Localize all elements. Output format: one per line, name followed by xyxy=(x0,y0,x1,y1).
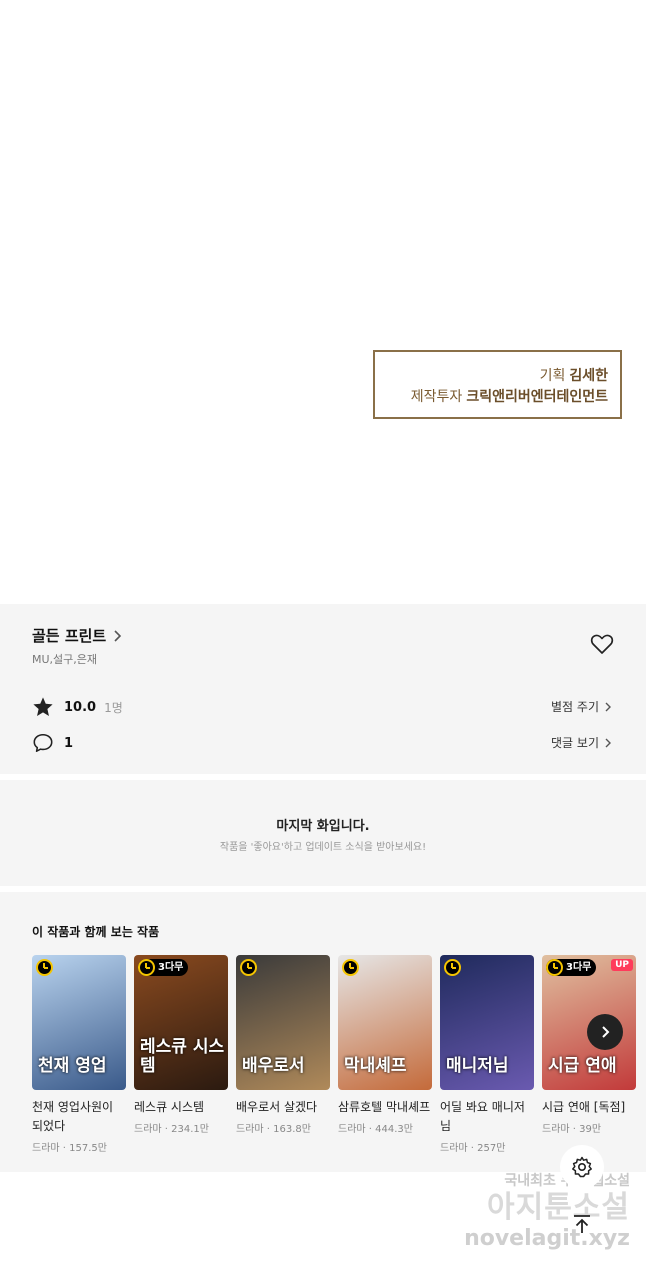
rate-button[interactable]: 별점 주기 xyxy=(551,698,614,715)
last-episode-panel: 마지막 화입니다. 작품을 '좋아요'하고 업데이트 소식을 받아보세요! xyxy=(0,780,646,886)
cover-title-art: 천재 영업 xyxy=(38,1056,107,1076)
rating-count: 1명 xyxy=(104,700,123,715)
cover-title-art: 레스큐 시스템 xyxy=(140,1037,225,1076)
recommendation-card[interactable]: 막내셰프삼류호텔 막내셰프드라마 · 444.3만 xyxy=(338,955,432,1154)
credit-label-investment: 제작투자 xyxy=(410,389,463,405)
episode-image-area xyxy=(0,0,646,604)
cover-title-art: 배우로서 xyxy=(242,1056,305,1076)
clock-icon xyxy=(444,959,461,976)
watermark: 국내최초 무료 웹소설 아지툰소설 novelagit.xyz xyxy=(430,1170,630,1251)
recommendations-title: 이 작품과 함께 보는 작품 xyxy=(32,925,160,939)
work-info-panel: 골든 프린트 MU,설구,은재 10.0 1명 별점 주기 1 댓글 보기 xyxy=(0,604,646,774)
arrow-up-icon xyxy=(574,1215,590,1233)
up-badge: UP xyxy=(611,959,633,971)
clock-icon xyxy=(36,959,53,976)
recommendation-meta: 드라마 · 234.1만 xyxy=(134,1124,209,1135)
comment-button-label: 댓글 보기 xyxy=(551,736,599,750)
recommendation-title[interactable]: 시급 연애 [독점] xyxy=(542,1098,636,1117)
recommendation-title[interactable]: 천재 영업사원이 되었다 xyxy=(32,1098,126,1136)
recommendation-meta: 드라마 · 39만 xyxy=(542,1124,602,1135)
chevron-right-icon xyxy=(114,629,122,642)
recommendations-list: 천재 영업 천재 영업사원이 되었다 드라마 · 157.5만 3다무 레스큐 시스템 레… xyxy=(32,955,644,1154)
chevron-right-icon xyxy=(605,702,611,711)
recommendation-title[interactable]: 삼류호텔 막내셰프 xyxy=(338,1098,432,1117)
recommendation-card[interactable]: 3다무 레스큐 시스템 레스큐 시스템 드라마 · 234.1만 xyxy=(134,955,228,1154)
work-authors: MU,설구,은재 xyxy=(32,653,98,666)
comment-row: 1 xyxy=(32,732,73,754)
settings-icon xyxy=(572,1156,592,1178)
recommendation-title[interactable]: 배우로서 살겠다 xyxy=(236,1098,330,1117)
recommendation-meta: 드라마 · 257만 xyxy=(440,1143,506,1154)
credit-box: 기획 김세한 제작투자 크릭앤리버엔터테인먼트 xyxy=(373,350,622,419)
recommendation-cover[interactable]: 천재 영업 xyxy=(32,955,126,1090)
recommendation-card[interactable]: 배우로서배우로서 살겠다드라마 · 163.8만 xyxy=(236,955,330,1154)
cover-title-art: 막내셰프 xyxy=(344,1056,407,1076)
clock-icon xyxy=(342,959,359,976)
credit-line-1: 기획 김세한 xyxy=(375,366,608,387)
rating-row: 10.0 1명 xyxy=(32,696,123,718)
comment-count: 1 xyxy=(64,735,74,751)
clock-icon xyxy=(138,959,155,976)
credit-line-2: 제작투자 크릭앤리버엔터테인먼트 xyxy=(375,387,608,408)
watermark-line-2: 아지툰소설 xyxy=(487,1190,630,1225)
cover-title-art: 매니저님 xyxy=(446,1056,509,1076)
rating-value: 10.0 xyxy=(64,699,97,715)
rate-button-label: 별점 주기 xyxy=(551,700,599,714)
recommendation-meta: 드라마 · 157.5만 xyxy=(32,1143,107,1154)
recommendation-card[interactable]: 매니저님어딜 봐요 매니저님드라마 · 257만 xyxy=(440,955,534,1154)
recommendation-cover[interactable]: 3다무레스큐 시스템 xyxy=(134,955,228,1090)
watermark-line-3: novelagit.xyz xyxy=(464,1226,630,1251)
heart-icon[interactable] xyxy=(590,632,614,656)
recommendation-cover[interactable]: 막내셰프 xyxy=(338,955,432,1090)
settings-button[interactable] xyxy=(560,1145,604,1189)
recommendation-title[interactable]: 레스큐 시스템 xyxy=(134,1098,228,1117)
days-badge-label: 3다무 xyxy=(566,962,592,973)
recommendation-cover[interactable]: 매니저님 xyxy=(440,955,534,1090)
work-title: 골든 프린트 xyxy=(32,627,107,645)
last-episode-subtitle: 작품을 '좋아요'하고 업데이트 소식을 받아보세요! xyxy=(219,842,427,853)
recommendation-cover[interactable]: 배우로서 xyxy=(236,955,330,1090)
credit-value-investment: 크릭앤리버엔터테인먼트 xyxy=(466,389,608,405)
recommendation-title[interactable]: 어딜 봐요 매니저님 xyxy=(440,1098,534,1136)
recommendation-card[interactable]: 3다무 UP 시급 연애시급 연애 [독점] 드라마 · 39만 xyxy=(542,955,636,1154)
comment-button[interactable]: 댓글 보기 xyxy=(551,734,614,751)
credit-label-planning: 기획 xyxy=(539,368,566,384)
star-icon xyxy=(33,697,53,716)
cover-title-art: 시급 연애 xyxy=(548,1056,617,1076)
carousel-next-button[interactable] xyxy=(587,1014,623,1050)
recommendations-panel: 이 작품과 함께 보는 작품 천재 영업천재 영업사원이 되었다드라마 · 15… xyxy=(0,892,646,1172)
days-badge: 3다무 xyxy=(138,959,189,976)
credit-value-planning: 김세한 xyxy=(569,368,608,384)
recommendation-meta: 드라마 · 163.8만 xyxy=(236,1124,311,1135)
days-badge-label: 3다무 xyxy=(158,962,184,973)
scroll-top-button[interactable] xyxy=(566,1208,598,1240)
days-badge: 3다무 xyxy=(546,959,597,976)
recommendation-card[interactable]: 천재 영업천재 영업사원이 되었다드라마 · 157.5만 xyxy=(32,955,126,1154)
clock-icon xyxy=(546,959,563,976)
recommendation-meta: 드라마 · 444.3만 xyxy=(338,1124,413,1135)
comment-icon xyxy=(33,733,53,753)
chevron-right-icon xyxy=(605,738,611,747)
work-title-link[interactable]: 골든 프린트 xyxy=(32,625,124,646)
clock-icon xyxy=(240,959,257,976)
chevron-right-icon xyxy=(602,1026,610,1038)
last-episode-title: 마지막 화입니다. xyxy=(276,819,370,834)
